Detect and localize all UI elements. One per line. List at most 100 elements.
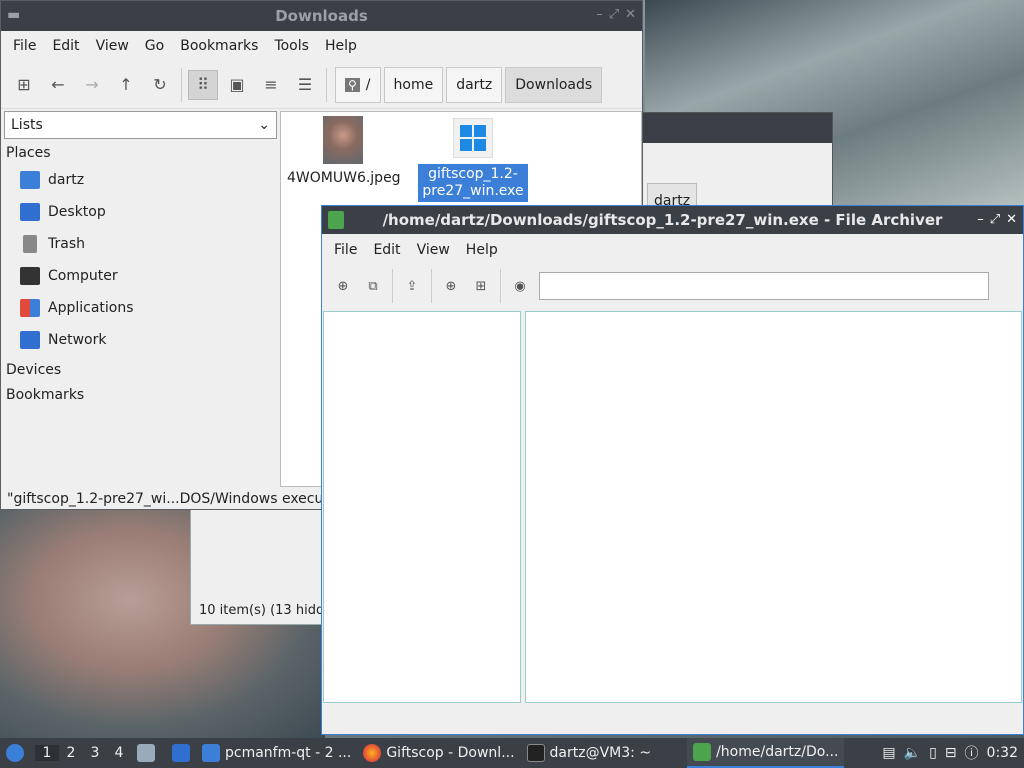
new-archive-icon[interactable]: ⊕ [330,271,356,301]
breadcrumb: ⚲ / home dartz Downloads [335,66,603,103]
extract-icon[interactable]: ⇪ [399,271,425,301]
reload-icon[interactable]: ↻ [145,70,175,100]
status-bar: "giftscop_1.2-pre27_wi...DOS/Windows exe… [7,491,324,507]
toolbar-separator [392,269,393,303]
minimize-icon[interactable]: – [596,7,603,22]
file-item-selected[interactable]: giftscop_1.2- pre27_win.exe [417,118,529,202]
menu-file[interactable]: File [5,38,44,54]
file-name: giftscop_1.2- pre27_win.exe [418,164,528,202]
file-name-line2: pre27_win.exe [422,183,524,199]
menu-edit[interactable]: Edit [44,38,87,54]
notification-icon[interactable]: ⓘ [965,743,979,763]
sidebar-item-label: Computer [48,268,118,284]
file-archiver-window[interactable]: /home/dartz/Downloads/giftscop_1.2-pre27… [321,205,1024,735]
open-archive-icon[interactable]: ⧉ [360,271,386,301]
windows-executable-icon [453,118,493,158]
task-firefox[interactable]: Giftscop - Downl... [357,738,520,768]
quicklaunch-desktop[interactable] [166,738,196,768]
menu-help[interactable]: Help [317,38,365,54]
stop-icon[interactable]: ◉ [507,271,533,301]
volume-icon[interactable]: 🔈 [904,745,921,761]
system-tray: ▤ 🔈 ▯ ⊟ ⓘ 0:32 [882,743,1024,763]
task-terminal[interactable]: dartz@VM3: ~ [521,738,658,768]
forward-arrow-icon[interactable]: → [77,70,107,100]
minimize-icon[interactable]: – [977,212,984,227]
menu-view[interactable]: View [88,38,137,54]
places-header[interactable]: Places [4,139,277,164]
compact-view-icon[interactable]: ≡ [256,70,286,100]
quicklaunch-files[interactable] [131,738,166,768]
archiver-toolbar: ⊕ ⧉ ⇪ ⊕ ⊞ ◉ [322,266,1023,306]
task-label: pcmanfm-qt - 2 ... [225,745,352,761]
background-window-2[interactable]: dartz [640,112,833,219]
workspace-3[interactable]: 3 [83,745,107,761]
menu-edit[interactable]: Edit [365,242,408,258]
add-file-icon[interactable]: ⊕ [438,271,464,301]
toolbar: ⊞ ← → ↑ ↻ ⠿ ▣ ≡ ☰ ⚲ / home dartz Download… [1,61,642,109]
breadcrumb-downloads[interactable]: Downloads [505,66,603,103]
task-pcmanfm[interactable]: pcmanfm-qt - 2 ... [196,738,357,768]
sidebar-item-label: Trash [48,236,85,252]
chevron-down-icon: ⌄ [258,117,270,133]
taskbar: 1 2 3 4 pcmanfm-qt - 2 ... Giftscop - Do… [0,738,1024,768]
task-label: dartz@VM3: ~ [549,745,652,761]
location-input[interactable] [539,272,989,300]
menu-tools[interactable]: Tools [266,38,317,54]
workspace-4[interactable]: 4 [107,745,131,761]
archive-file-list[interactable] [525,311,1022,703]
sidebar-item-applications[interactable]: Applications [4,292,277,324]
workspace-1[interactable]: 1 [35,745,59,761]
sidebar-item-trash[interactable]: Trash [4,228,277,260]
sidebar-item-label: dartz [48,172,85,188]
menu-bookmarks[interactable]: Bookmarks [172,38,266,54]
detailed-view-icon[interactable]: ☰ [290,70,320,100]
window-title: Downloads [275,7,368,25]
maximize-icon[interactable]: ⤢ [609,7,619,22]
side-pane-mode-label: Lists [11,117,43,133]
archiver-title: /home/dartz/Downloads/giftscop_1.2-pre27… [382,211,943,229]
archiver-titlebar[interactable]: /home/dartz/Downloads/giftscop_1.2-pre27… [322,206,1023,234]
task-label: Giftscop - Downl... [386,745,515,761]
menu-file[interactable]: File [326,242,365,258]
thumbnail-view-icon[interactable]: ▣ [222,70,252,100]
storage-icon[interactable]: ▤ [882,745,895,761]
menu-go[interactable]: Go [137,38,172,54]
workspace-2[interactable]: 2 [59,745,83,761]
task-file-archiver[interactable]: /home/dartz/Do... [687,738,845,768]
sidebar-item-desktop[interactable]: Desktop [4,196,277,228]
sidebar-item-network[interactable]: Network [4,324,277,356]
close-icon[interactable]: ✕ [625,7,636,22]
side-pane-mode-select[interactable]: Lists ⌄ [4,111,277,139]
file-name-line1: giftscop_1.2- [428,166,518,182]
file-item[interactable]: 4WOMUW6.jpeg [287,116,401,187]
add-folder-icon[interactable]: ⊞ [468,271,494,301]
back-arrow-icon[interactable]: ← [43,70,73,100]
menu-help[interactable]: Help [458,242,506,258]
icon-view-icon[interactable]: ⠿ [188,69,218,100]
maximize-icon[interactable]: ⤢ [990,212,1000,227]
start-menu-button[interactable] [0,738,35,768]
breadcrumb-dartz[interactable]: dartz [446,66,503,103]
clock[interactable]: 0:32 [987,745,1018,761]
background-titlebar [641,113,832,143]
devices-header[interactable]: Devices [4,356,277,381]
trash-icon [23,235,37,253]
menu-view[interactable]: View [409,242,458,258]
archive-folder-tree[interactable] [323,311,521,703]
sidebar-item-label: Network [48,332,107,348]
bookmarks-header[interactable]: Bookmarks [4,381,277,406]
network-icon[interactable]: ⊟ [945,745,957,761]
breadcrumb-root[interactable]: ⚲ / [335,66,381,103]
background-window[interactable]: 10 item(s) (13 hidd [190,490,330,625]
home-folder-icon [20,171,40,189]
file-manager-titlebar[interactable]: ▬ Downloads – ⤢ ✕ [1,1,642,31]
new-tab-icon[interactable]: ⊞ [9,70,39,100]
up-arrow-icon[interactable]: ↑ [111,70,141,100]
toolbar-separator [326,67,327,102]
sidebar-item-computer[interactable]: Computer [4,260,277,292]
close-icon[interactable]: ✕ [1006,212,1017,227]
sidebar-item-dartz[interactable]: dartz [4,164,277,196]
clipboard-icon[interactable]: ▯ [929,745,937,761]
breadcrumb-home[interactable]: home [383,66,444,103]
toolbar-separator [500,269,501,303]
